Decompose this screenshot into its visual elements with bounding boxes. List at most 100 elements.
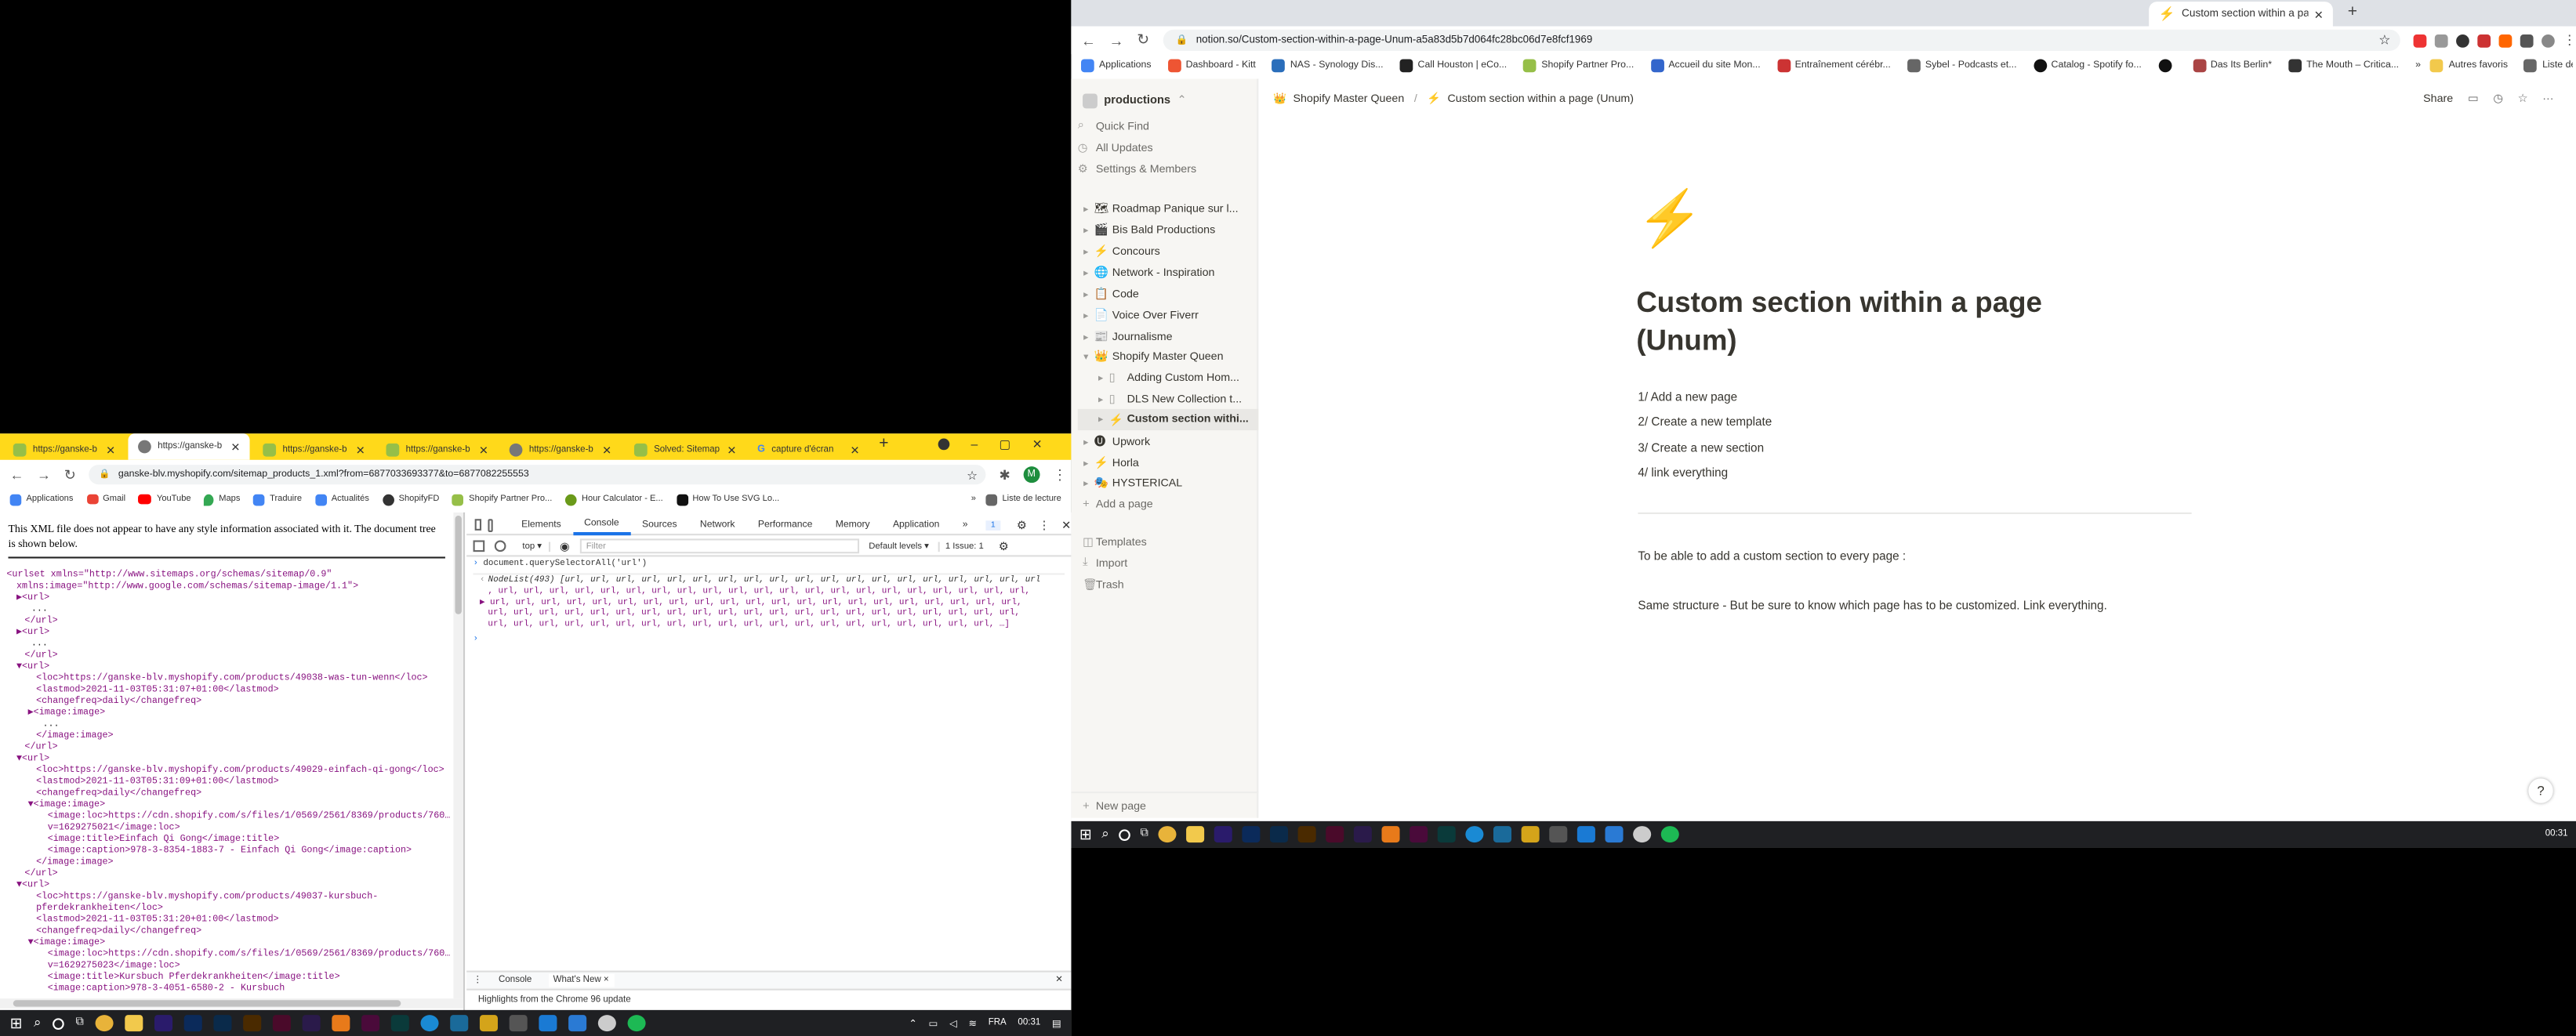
reload-icon[interactable]: ↻ (64, 465, 76, 484)
sidebar-page-voiceover[interactable]: ▸ 📄 Voice Over Fiverr (1078, 306, 1259, 325)
close-tab-icon[interactable]: × (727, 441, 736, 458)
chrome-active-app-icon[interactable] (1633, 826, 1652, 843)
left-omnibox[interactable]: 🔒 ganske-blv.myshopify.com/sitemap_produ… (89, 465, 986, 485)
bookmark-github[interactable] (2157, 59, 2176, 73)
eye-icon[interactable]: ◉ (560, 539, 570, 553)
app-icon[interactable] (1493, 826, 1512, 843)
bookmark-shopifyfd[interactable]: ShopifyFD (382, 493, 439, 505)
bookmark-reading-list[interactable]: Liste de lecture (2524, 59, 2573, 73)
breadcrumb-parent[interactable]: Shopify Master Queen (1293, 92, 1405, 104)
sidebar-subpage-custom-section[interactable]: ▸ ⚡ Custom section withi... (1077, 408, 1259, 431)
expand-icon[interactable]: ▸ (1078, 267, 1094, 279)
bookmark-synology[interactable]: NAS - Synology Dis... (1272, 59, 1384, 73)
expand-icon[interactable]: ▸ (1078, 224, 1094, 236)
back-icon[interactable]: ← (10, 466, 24, 483)
bookmarks-more[interactable]: » (971, 494, 976, 505)
console-filter-input[interactable]: Filter (579, 538, 859, 554)
devtools-tab-performance[interactable]: Performance (746, 520, 824, 530)
wifi-icon[interactable]: ≋ (968, 1017, 977, 1029)
sidebar-page-horla[interactable]: ▸ ⚡ Horla (1078, 453, 1259, 473)
bookmark-gmail[interactable]: Gmail (86, 494, 125, 505)
xml-line[interactable]: ▼<url> (16, 660, 49, 672)
profile-dot-icon[interactable] (938, 438, 950, 451)
star-icon[interactable]: ☆ (2378, 33, 2390, 48)
xml-vertical-scrollbar[interactable] (453, 512, 463, 999)
sidebar-page-code[interactable]: ▸ 📋 Code (1078, 284, 1259, 304)
menu-icon[interactable]: ⋮ (2563, 33, 2576, 48)
clear-console-icon[interactable] (494, 540, 506, 552)
settings-members[interactable]: ⚙ Settings & Members (1078, 159, 1259, 179)
sidebar-page-network[interactable]: ▸ 🌐 Network - Inspiration (1078, 263, 1259, 282)
close-tab-icon[interactable]: × (356, 441, 365, 458)
help-button[interactable]: ? (2528, 778, 2553, 803)
vlc-app-icon[interactable] (332, 1015, 350, 1032)
new-tab-button[interactable]: + (2348, 3, 2357, 21)
step-2[interactable]: 2/ Create a new template (1638, 409, 1772, 434)
devtools-settings-icon[interactable]: ⚙ (1017, 518, 1027, 531)
expand-icon[interactable]: ▸ (1078, 331, 1094, 342)
premiere-app-icon[interactable] (154, 1015, 173, 1032)
ae-app-icon[interactable] (1353, 826, 1372, 843)
vscode-app-icon[interactable] (539, 1015, 557, 1032)
photoshop-app-icon[interactable] (1242, 826, 1261, 843)
bookmarks-more[interactable]: » (2415, 61, 2421, 71)
back-icon[interactable]: ← (1081, 32, 1096, 49)
photoshop-app-icon[interactable] (183, 1015, 202, 1032)
spotify-app-icon[interactable] (1660, 826, 1679, 843)
task-view-icon[interactable]: ⧉ (75, 1016, 83, 1030)
audition-app-icon[interactable] (1437, 826, 1456, 843)
illustrator-app-icon[interactable] (243, 1015, 262, 1032)
edge-app-icon[interactable] (1465, 826, 1484, 843)
expand-icon[interactable]: ▸ (1093, 393, 1109, 405)
windows-start-icon[interactable]: ⊞ (10, 1014, 23, 1032)
bookmark-hour-calculator[interactable]: Hour Calculator - E... (565, 493, 663, 505)
expand-icon[interactable]: ▸ (1078, 288, 1094, 300)
left-tab-6[interactable]: Solved: Sitemap × (624, 435, 746, 463)
close-window-icon[interactable]: ✕ (1032, 436, 1043, 451)
xml-line[interactable]: ▶<url> (16, 591, 49, 603)
console-result[interactable]: ‹ NodeList(493) [url, url, url, url, url,… (473, 574, 1065, 630)
notion-omnibox[interactable]: 🔒 notion.so/Custom-section-within-a-page… (1162, 29, 2400, 51)
updates-clock-icon[interactable]: ◷ (2493, 92, 2502, 105)
new-page-button[interactable]: + New page (1078, 796, 1259, 816)
chrome-app-icon[interactable] (95, 1015, 114, 1032)
page-emoji-icon[interactable]: ⚡ (1636, 186, 1703, 252)
bookmark-applications[interactable]: Applications (1080, 59, 1152, 73)
xml-line[interactable]: ▼<url> (16, 878, 49, 890)
spotify-app-icon[interactable] (627, 1015, 646, 1032)
issues-badge[interactable]: 1 (985, 520, 1000, 530)
sidebar-page-journalisme[interactable]: ▸ 📰 Journalisme (1078, 327, 1259, 346)
bookmark-autres[interactable]: Autres favoris (2430, 59, 2508, 73)
drawer-tab-whatsnew[interactable]: What's New × (548, 973, 614, 987)
premiere-app-icon[interactable] (1214, 826, 1232, 843)
sidebar-page-concours[interactable]: ▸ ⚡ Concours (1078, 241, 1259, 261)
xml-horizontal-scrollbar[interactable] (0, 998, 463, 1009)
drawer-close-icon[interactable]: ✕ (1055, 976, 1063, 986)
bookmark-reading-list[interactable]: Liste de lecture (985, 493, 1061, 505)
issues-counter[interactable]: 1 Issue: 1 (938, 541, 989, 552)
close-tab-icon[interactable]: × (851, 441, 859, 458)
sidebar-trash[interactable]: 🗑 Trash (1078, 574, 1259, 594)
step-1[interactable]: 1/ Add a new page (1638, 384, 1772, 409)
lightroom-app-icon[interactable] (213, 1015, 232, 1032)
opera-ext-icon[interactable] (2413, 33, 2427, 47)
sidebar-page-hysterical[interactable]: ▸ 🎭 HYSTERICAL (1078, 473, 1259, 493)
audition-app-icon[interactable] (390, 1015, 409, 1032)
left-tab-7[interactable]: Gcapture d'écran × (748, 435, 869, 463)
devtools-tab-sources[interactable]: Sources (630, 520, 688, 530)
expand-icon[interactable]: ▸ (1078, 310, 1094, 321)
record-ext-icon[interactable] (2456, 33, 2469, 47)
expand-icon[interactable]: ▸ (1078, 245, 1094, 257)
expand-icon[interactable]: ▸ (1078, 477, 1094, 489)
sidebar-toggle-icon[interactable] (473, 540, 485, 552)
bookmark-shopify-partner[interactable]: Shopify Partner Pro... (1523, 59, 1634, 73)
sticky-app-icon[interactable] (480, 1015, 499, 1032)
comment-icon[interactable]: ▭ (2468, 92, 2478, 105)
devtools-tab-console[interactable]: Console (572, 515, 631, 535)
forward-icon[interactable]: → (37, 466, 51, 483)
notion-active-tab[interactable]: ⚡ Custom section within a page (U × (2149, 2, 2333, 27)
xml-line[interactable]: ▼<image:image> (28, 936, 105, 948)
share-button[interactable]: Share (2423, 92, 2453, 104)
left-new-tab-button[interactable]: + (879, 435, 888, 453)
bookmark-accueil[interactable]: Accueil du site Mon... (1650, 59, 1761, 73)
